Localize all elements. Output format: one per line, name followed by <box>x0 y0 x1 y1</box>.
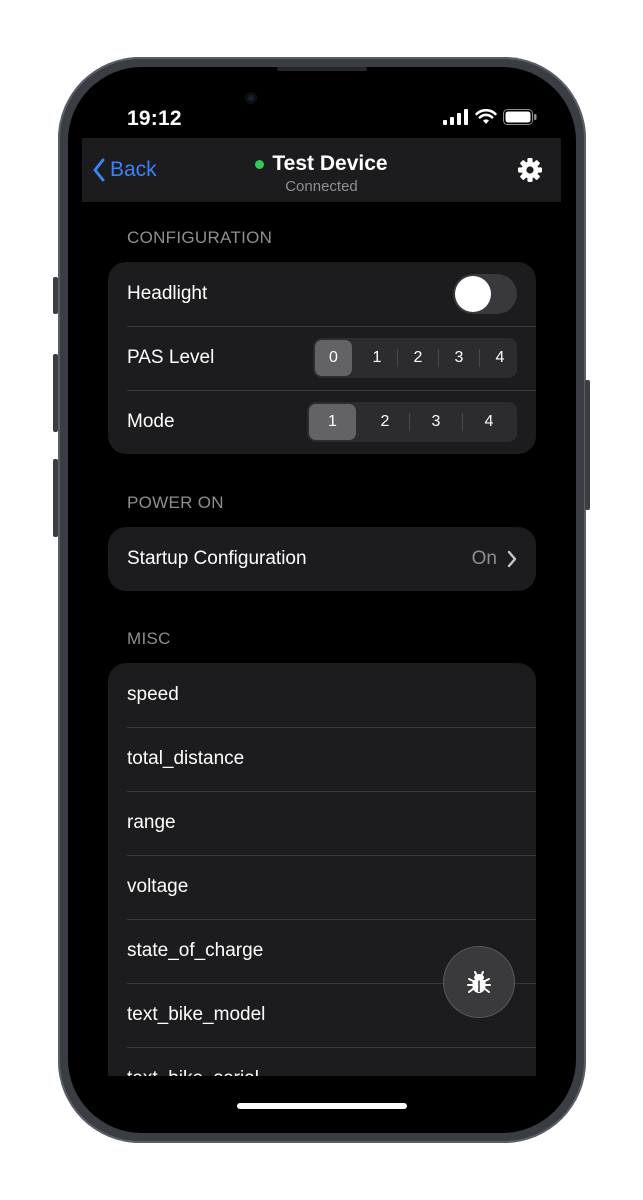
mode-option-4[interactable]: 4 <box>463 404 515 440</box>
configuration-group: Headlight PAS Level 0 1 2 3 4 Mode 1 2 3… <box>108 262 536 454</box>
pas-level-option-1[interactable]: 1 <box>362 340 392 376</box>
section-header-misc: MISC <box>127 629 171 648</box>
segment-divider <box>479 349 480 367</box>
home-indicator[interactable] <box>237 1103 407 1109</box>
navigation-bar: Back Test Device Connected <box>82 138 561 202</box>
status-icons <box>443 109 537 125</box>
cellular-signal-icon <box>443 109 468 125</box>
segment-divider <box>397 349 398 367</box>
debug-button[interactable] <box>444 947 514 1017</box>
power-on-group: Startup Configuration On <box>108 527 536 591</box>
toggle-knob <box>455 276 491 312</box>
earpiece <box>277 67 367 71</box>
list-item-label: text_bike_serial <box>127 1068 259 1076</box>
bug-icon <box>467 971 491 993</box>
list-item-label: total_distance <box>127 748 245 769</box>
mute-switch <box>53 277 58 314</box>
headlight-toggle[interactable] <box>453 274 517 314</box>
startup-configuration-value-wrap: On <box>472 527 517 591</box>
list-item-label: text_bike_model <box>127 1004 266 1025</box>
volume-down-button <box>53 459 58 537</box>
misc-item-voltage[interactable]: voltage <box>108 855 536 919</box>
pas-level-option-0[interactable]: 0 <box>315 340 352 376</box>
pas-level-option-4[interactable]: 4 <box>485 340 515 376</box>
list-item-label: state_of_charge <box>127 940 264 961</box>
pas-level-label: PAS Level <box>127 347 215 368</box>
startup-configuration-row[interactable]: Startup Configuration On <box>108 527 536 591</box>
misc-item-text-bike-serial[interactable]: text_bike_serial <box>108 1047 536 1076</box>
settings-button[interactable] <box>517 157 543 188</box>
pas-level-row: PAS Level 0 1 2 3 4 <box>108 326 536 390</box>
gear-icon <box>518 158 542 182</box>
mode-label: Mode <box>127 411 175 432</box>
settings-list[interactable]: CONFIGURATION Headlight PAS Level 0 1 2 … <box>82 202 561 1076</box>
misc-item-range[interactable]: range <box>108 791 536 855</box>
list-item-label: voltage <box>127 876 189 897</box>
mode-row: Mode 1 2 3 4 <box>108 390 536 454</box>
connection-status: Connected <box>285 178 358 195</box>
headlight-label: Headlight <box>127 283 208 304</box>
pas-level-option-2[interactable]: 2 <box>403 340 433 376</box>
mode-option-2[interactable]: 2 <box>361 404 409 440</box>
connection-status-dot <box>255 159 265 169</box>
list-item-label: speed <box>127 684 179 705</box>
front-camera <box>245 92 257 104</box>
status-time: 19:12 <box>127 107 182 130</box>
startup-configuration-label: Startup Configuration <box>127 548 307 569</box>
device-name: Test Device <box>272 152 388 175</box>
chevron-right-icon <box>507 550 517 568</box>
battery-icon <box>503 109 537 125</box>
segment-divider <box>438 349 439 367</box>
screen: 19:12 Back Test Device Connected CONFIGU… <box>82 81 561 1119</box>
section-header-power-on: POWER ON <box>127 493 224 512</box>
nav-title: Test Device Connected <box>82 152 561 195</box>
power-button <box>585 380 590 510</box>
mode-segmented-control: 1 2 3 4 <box>307 402 517 442</box>
misc-item-total-distance[interactable]: total_distance <box>108 727 536 791</box>
wifi-icon <box>475 109 497 124</box>
misc-item-speed[interactable]: speed <box>108 663 536 727</box>
pas-level-segmented-control: 0 1 2 3 4 <box>313 338 517 378</box>
startup-configuration-value: On <box>471 548 497 569</box>
list-item-label: range <box>127 812 176 833</box>
mode-option-1[interactable]: 1 <box>309 404 356 440</box>
section-header-configuration: CONFIGURATION <box>127 228 273 247</box>
pas-level-option-3[interactable]: 3 <box>444 340 474 376</box>
volume-up-button <box>53 354 58 432</box>
mode-option-3[interactable]: 3 <box>410 404 462 440</box>
headlight-row: Headlight <box>108 262 536 326</box>
